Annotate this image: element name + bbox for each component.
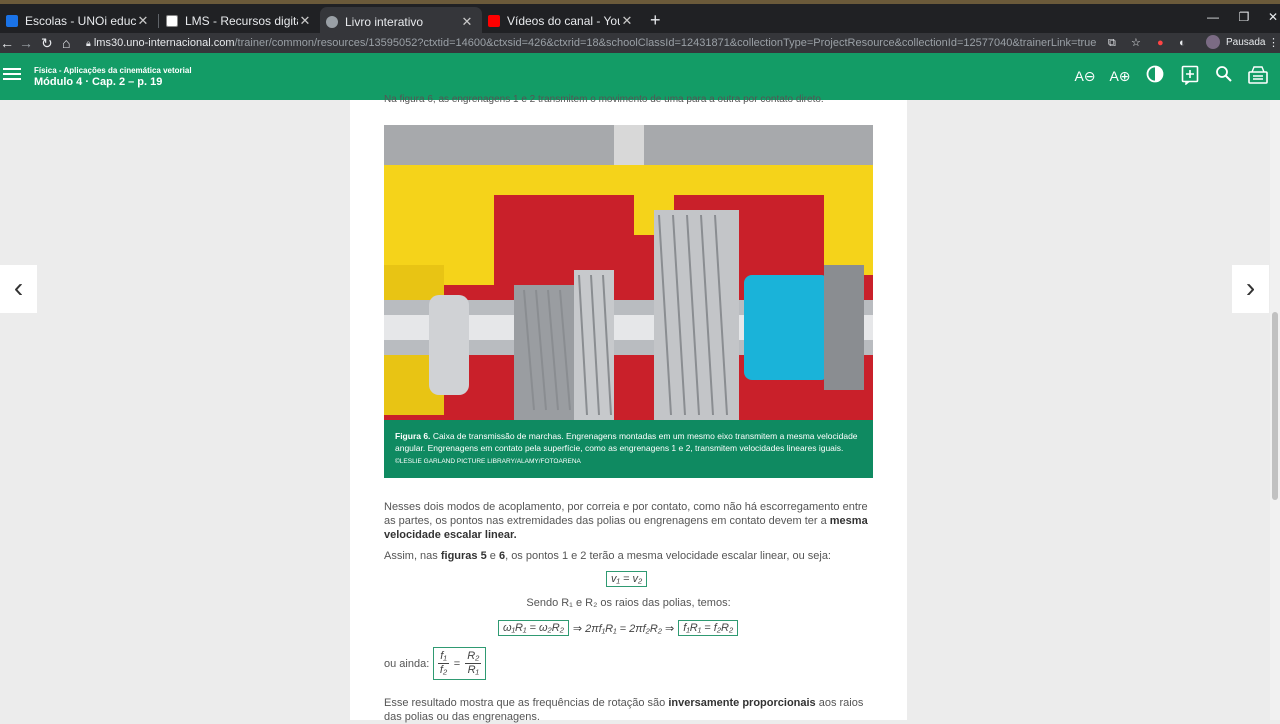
cut-off-paragraph: Na figura 6, as engrenagens 1 e 2 transm… [384,94,824,104]
numerator: f₁ [438,650,449,664]
back-icon[interactable]: ← [0,33,14,53]
globe-favicon-icon [326,16,338,28]
avatar [1206,35,1220,49]
bold-term: inversamente proporcionais [668,697,816,709]
close-icon[interactable]: ✕ [620,13,634,29]
previous-page-button[interactable]: ‹ [0,265,37,313]
tab-lms[interactable]: LMS - Recursos digitais ✕ [160,9,320,33]
equation-chain: ω₁R₁ = ω₂R₂ ⇒ 2πf₁R₁ = 2πf₂R₂ ⇒ f₁R₁ = f… [498,620,739,636]
photo-credit: ©LESLIE GARLAND PICTURE LIBRARY/ALAMY/FO… [395,458,581,465]
search-icon[interactable] [1213,65,1235,87]
tab-title: LMS - Recursos digitais [185,14,298,28]
bold-term: figuras 5 [440,550,487,562]
boxed-equation: v₁ = v₂ [606,571,648,587]
figure-caption-text: Caixa de transmissão de marchas. Engrena… [395,431,858,453]
add-note-icon[interactable] [1179,65,1201,87]
paragraph-text: e [486,550,499,562]
paragraph-text: Esse resultado mostra que as frequências… [384,697,669,709]
numerator: R₂ [465,650,482,664]
subject-title: Física - Aplicações da cinemática vetori… [34,66,192,75]
profile-status: Pausada [1226,36,1266,48]
equation-label: ou ainda: [384,657,430,670]
extension-icon[interactable]: ◐ [1179,35,1186,51]
restore-icon[interactable]: ❐ [1229,10,1259,24]
tab-escolas[interactable]: Escolas - UNOi educação ✕ [0,9,158,33]
tab-separator [158,14,159,28]
url-host: lms30.uno-internacional.com [93,37,235,49]
boxed-equation: ω₁R₁ = ω₂R₂ [498,620,569,636]
youtube-favicon-icon [488,15,500,27]
translate-icon[interactable]: ⧉ [1108,35,1116,51]
boxed-equation: f₁R₁ = f₂R₂ [678,620,739,636]
address-bar[interactable]: 🔒︎ lms30.uno-internacional.com/trainer/c… [86,33,1096,53]
contrast-icon[interactable] [1144,65,1166,87]
book-header: Física - Aplicações da cinemática vetori… [0,53,1280,100]
url-path: /trainer/common/resources/13595052?ctxti… [234,37,1097,49]
profile-button[interactable]: Pausada [1206,35,1265,49]
equals-sign: = [453,657,461,670]
reload-icon[interactable]: ↻ [41,33,53,53]
more-menu-icon[interactable]: ⋮ [1268,35,1279,51]
scrollbar-thumb[interactable] [1272,312,1278,500]
page-scrollbar[interactable] [1270,100,1280,720]
lock-icon: 🔒︎ [86,38,91,48]
home-icon[interactable]: ⌂ [62,33,70,53]
paragraph-text: , os pontos 1 e 2 terão a mesma velocida… [505,550,831,562]
tab-title: Vídeos do canal - YouTube Studio [507,14,620,28]
fraction: f₁ f₂ [438,650,449,677]
equation-velocity: v₁ = v₂ [606,571,648,587]
new-tab-button[interactable]: + [650,10,661,31]
close-icon[interactable]: ✕ [460,14,474,30]
paragraph-figures: Assim, nas figuras 5 e 6, os pontos 1 e … [384,549,873,563]
tab-youtube-studio[interactable]: Vídeos do canal - YouTube Studio ✕ [482,9,642,33]
forward-icon[interactable]: → [19,33,33,53]
equation-ratio: ou ainda: f₁ f₂ = R₂ R₁ [384,647,487,680]
next-page-button[interactable]: › [1232,265,1269,313]
font-decrease-icon[interactable]: A⊖ [1074,65,1096,87]
extension-icon[interactable]: ● [1157,35,1164,51]
paragraph-text: Assim, nas [384,550,441,562]
gearbox-photo [384,125,873,420]
uno-favicon-icon [6,15,18,27]
tab-title: Livro interativo [345,15,424,29]
equation-intro: Sendo R₁ e R₂ os raios das polias, temos… [526,597,731,609]
fraction: R₂ R₁ [465,650,482,677]
hamburger-menu-icon[interactable] [3,68,21,82]
bookmark-star-icon[interactable]: ☆ [1131,35,1141,51]
equation-text: ⇒ 2πf₁R₁ = 2πf₂R₂ ⇒ [572,622,675,635]
minimize-icon[interactable]: — [1198,10,1228,24]
boxed-fraction-equation: f₁ f₂ = R₂ R₁ [433,647,487,680]
close-icon[interactable]: ✕ [136,13,150,29]
figure-caption: Figura 6. Caixa de transmissão de marcha… [384,420,873,478]
lms-favicon-icon [166,15,178,27]
window-close-icon[interactable]: ✕ [1258,10,1280,24]
browser-toolbar: ← → ↻ ⌂ 🔒︎ lms30.uno-internacional.com/t… [0,33,1280,53]
browser-tab-strip: Escolas - UNOi educação ✕ LMS - Recursos… [0,0,1280,37]
font-increase-icon[interactable]: A⊕ [1109,65,1131,87]
book-page: Na figura 6, as engrenagens 1 e 2 transm… [350,94,907,723]
tab-title: Escolas - UNOi educação [25,14,136,28]
paragraph-text: Nesses dois modos de acoplamento, por co… [384,501,868,527]
library-icon[interactable] [1247,65,1269,87]
close-icon[interactable]: ✕ [298,13,312,29]
module-title: Módulo 4 · Cap. 2 – p. 19 [34,76,163,88]
figure-label: Figura 6. [395,431,431,441]
paragraph-coupling: Nesses dois modos de acoplamento, por co… [384,500,873,542]
denominator: R₁ [467,664,480,676]
denominator: f₂ [439,664,448,676]
